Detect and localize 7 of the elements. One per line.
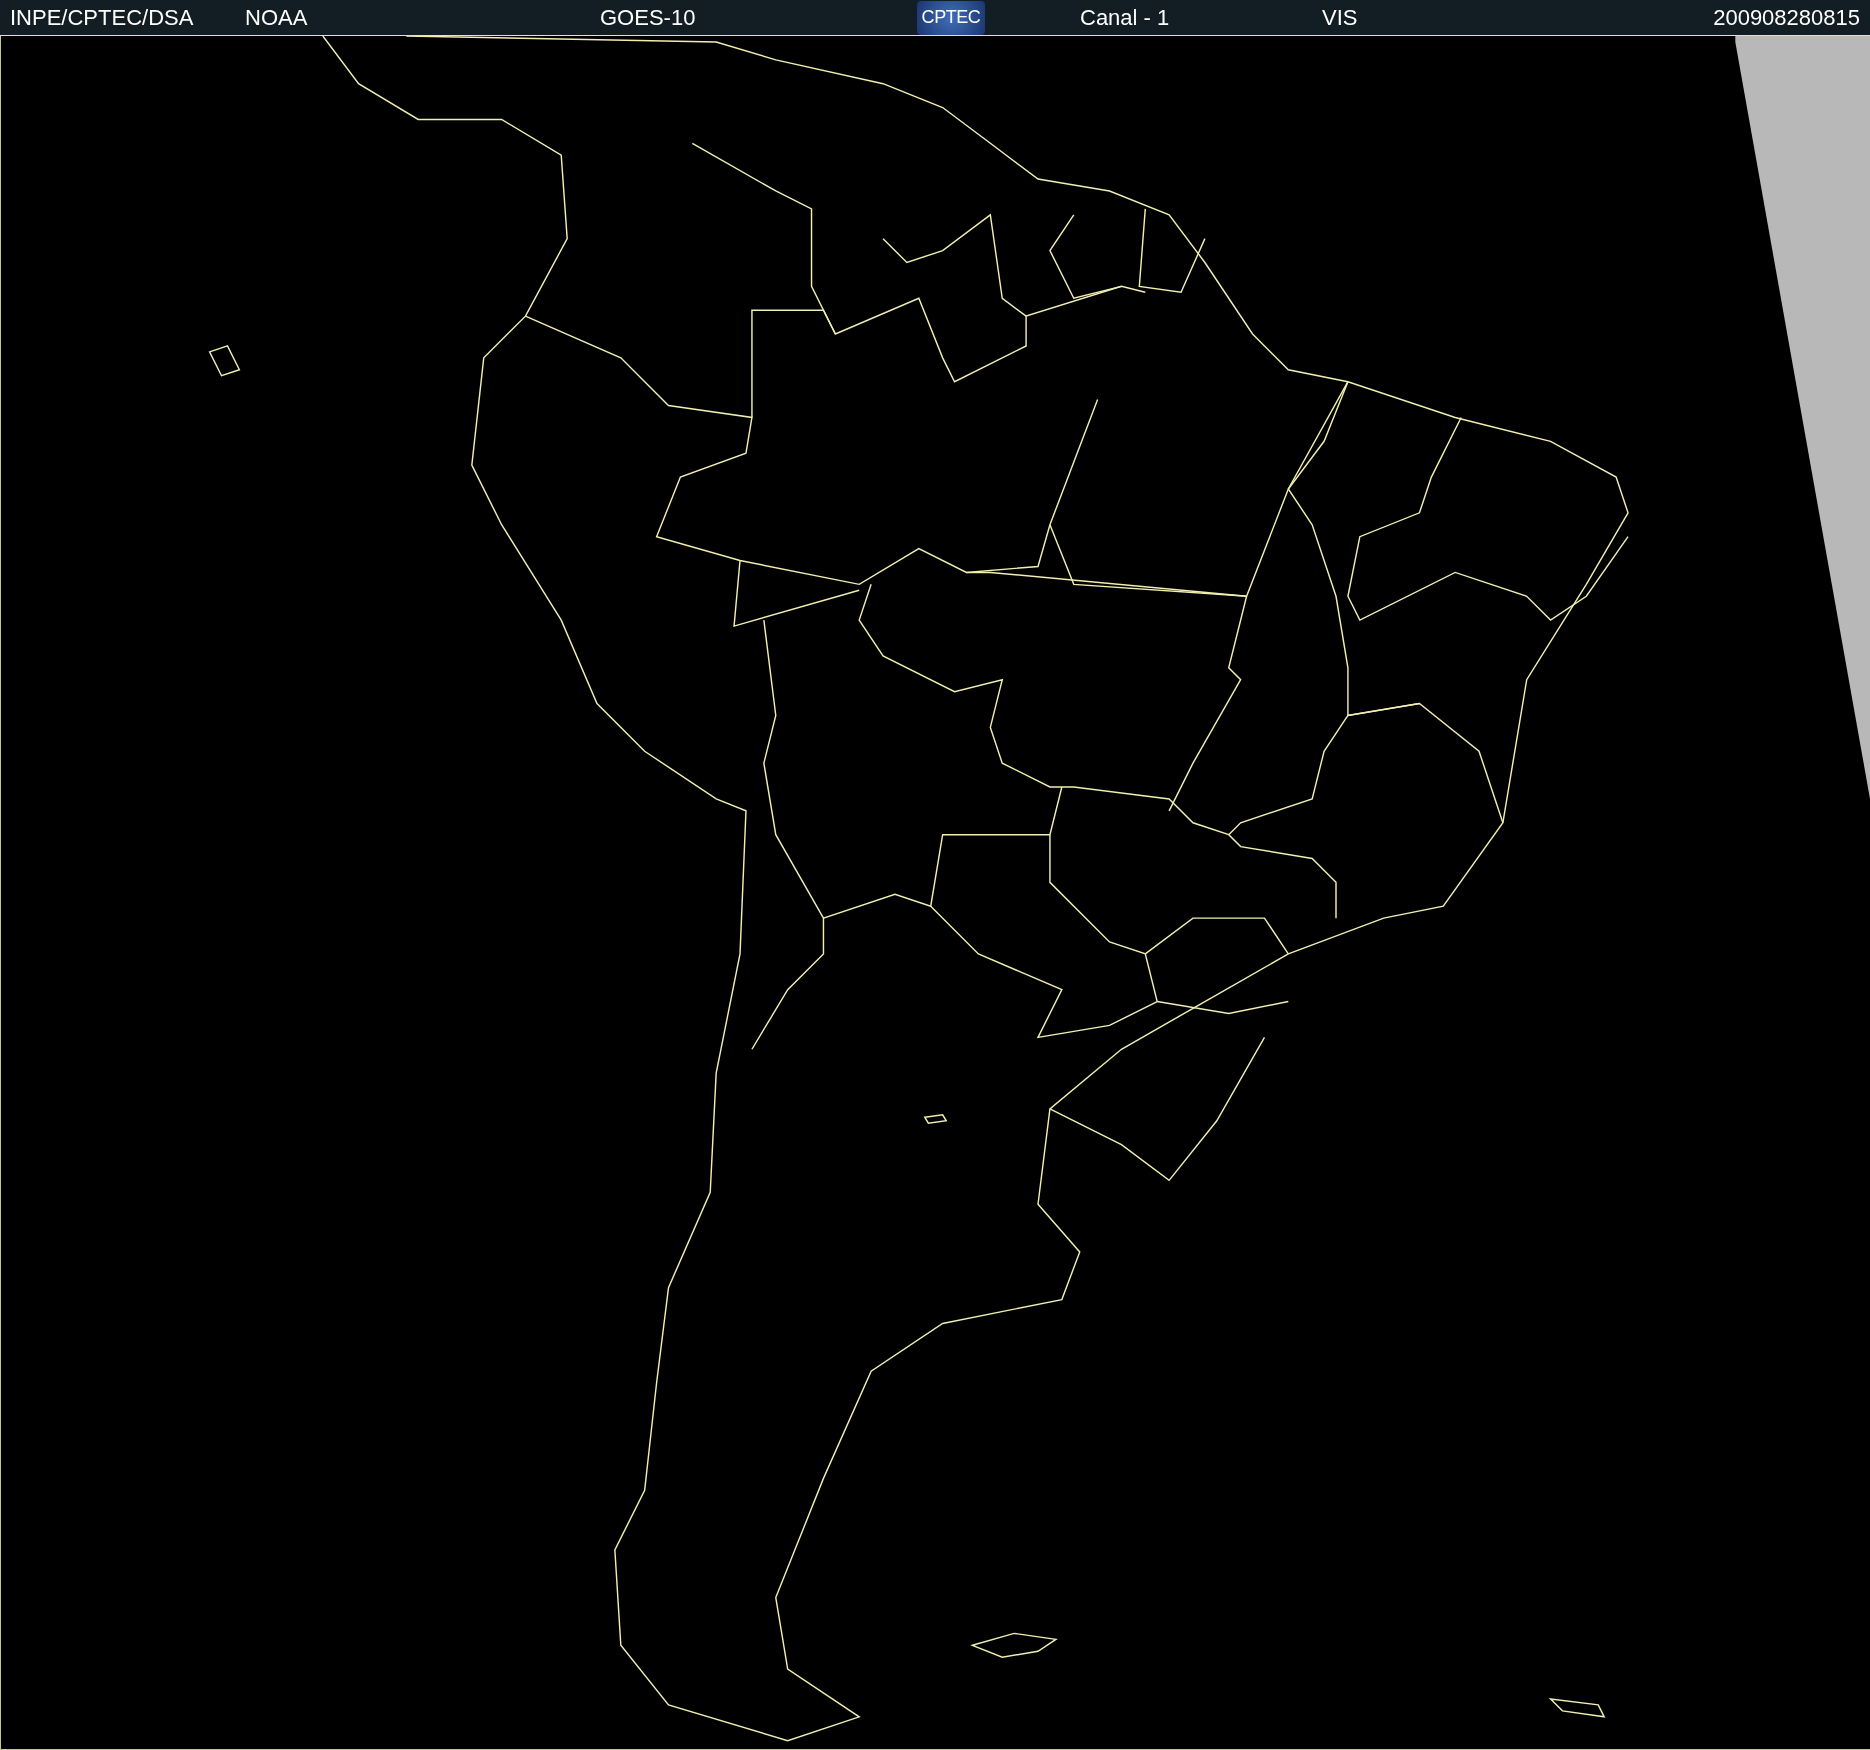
- header-label: Canal - 1: [1080, 4, 1170, 32]
- header-label: NOAA: [245, 4, 308, 32]
- logo: CPTEC: [917, 0, 985, 35]
- header-label: INPE/CPTEC/DSA: [10, 4, 194, 32]
- header-label: VIS: [1322, 4, 1358, 32]
- header-label: 200908280815: [1713, 4, 1860, 32]
- header-label: GOES-10: [600, 4, 696, 32]
